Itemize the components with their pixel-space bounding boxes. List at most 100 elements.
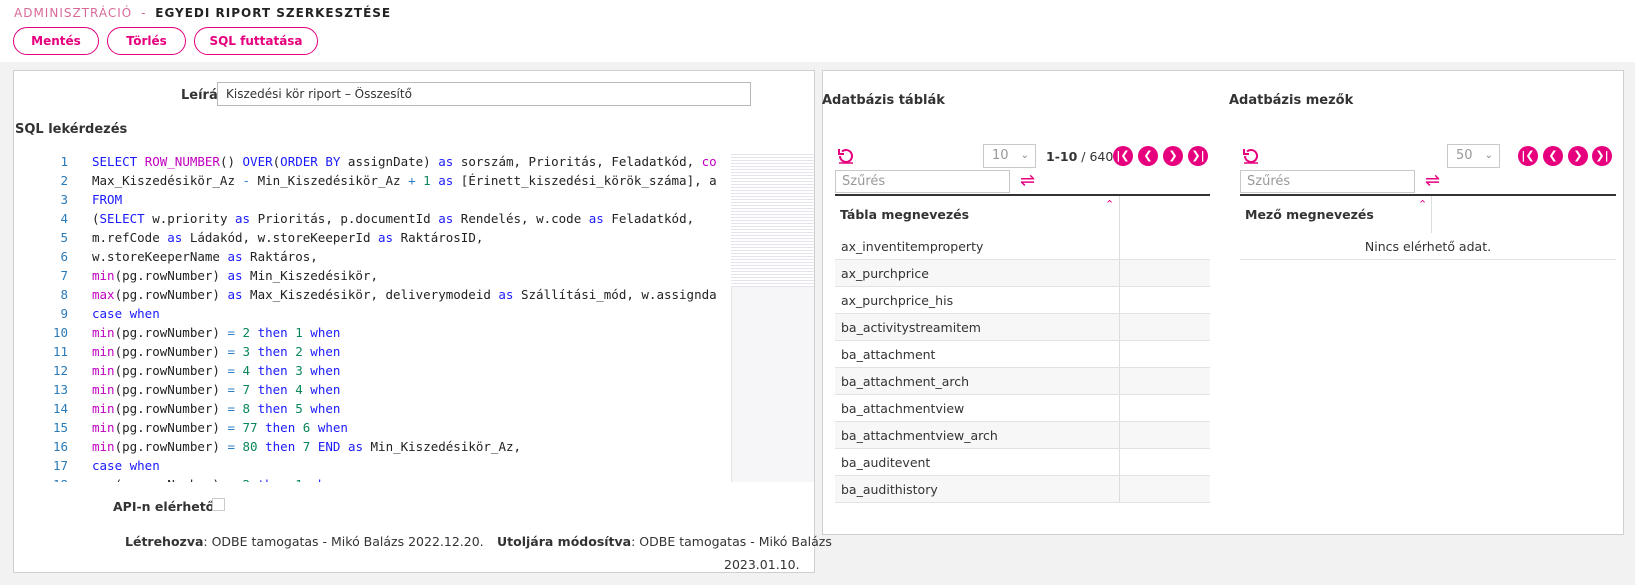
description-input[interactable] (217, 82, 751, 106)
tables-grid-header: Tábla megnevezés ⌃ (835, 194, 1210, 233)
tables-title: Adatbázis táblák (822, 93, 945, 108)
tables-total: / 640 (1081, 149, 1114, 164)
code-line: min(pg.rowNumber) = 80 then 7 END as Min… (92, 439, 522, 454)
last-page-icon[interactable]: ❯| (1188, 146, 1208, 166)
tables-column-label: Tábla megnevezés (840, 207, 970, 222)
sql-label: SQL lekérdezés (15, 122, 128, 137)
fields-refresh-icon[interactable] (1241, 146, 1263, 166)
modified-label: Utoljára módosítva (497, 534, 632, 549)
line-number: 14 (52, 401, 68, 416)
line-number: 16 (52, 439, 68, 454)
table-row[interactable]: ax_purchprice_his (835, 287, 1210, 314)
created-value: : ODBE tamogatas - Mikó Balázs 2022.12.2… (203, 534, 484, 549)
fields-next-page-icon[interactable]: ❯ (1568, 146, 1588, 166)
table-name-cell: ax_inventitemproperty (835, 233, 1120, 259)
table-name-cell: ba_attachment (835, 341, 1120, 367)
page-title: EGYEDI RIPORT SZERKESZTÉSE (155, 6, 392, 20)
line-number: 11 (52, 344, 68, 359)
code-line: min(pg.rowNumber) = 4 then 3 when (92, 363, 341, 378)
fields-column-label: Mező megnevezés (1245, 207, 1374, 222)
table-row[interactable]: ba_auditevent (835, 449, 1210, 476)
modified-info: Utoljára módosítva: ODBE tamogatas - Mik… (497, 534, 832, 549)
code-line: Max_Kiszedésikör_Az - Min_Kiszedésikör_A… (92, 173, 717, 188)
table-row[interactable]: ax_purchprice (835, 260, 1210, 287)
sort-ascending-icon[interactable]: ⌃ (1105, 198, 1114, 211)
code-line: (SELECT w.priority as Prioritás, p.docum… (92, 211, 695, 226)
code-line: case when (92, 458, 160, 473)
fields-title: Adatbázis mezők (1229, 93, 1354, 108)
fields-last-page-icon[interactable]: ❯| (1592, 146, 1612, 166)
line-number: 12 (52, 363, 68, 378)
delete-button[interactable]: Törlés (107, 27, 186, 55)
breadcrumb-section[interactable]: ADMINISZTRÁCIÓ (14, 6, 132, 20)
tables-page-size-value: 10 (992, 148, 1009, 163)
modified-date: 2023.01.10. (724, 557, 800, 572)
fields-prev-page-icon[interactable]: ❮ (1543, 146, 1563, 166)
code-line: max(pg.rowNumber) as Max_Kiszedésikör, d… (92, 287, 717, 302)
table-row[interactable]: ba_attachment_arch (835, 368, 1210, 395)
table-row[interactable]: ba_attachmentview (835, 395, 1210, 422)
tables-pager-info: 1-10 / 640 (1046, 149, 1113, 164)
table-name-cell: ax_purchprice_his (835, 287, 1120, 313)
fields-grid-header: Mező megnevezés ⌃ (1240, 194, 1616, 233)
code-line: min(pg.rowNumber) = 7 then 4 when (92, 382, 341, 397)
line-number: 18 (28, 475, 68, 482)
modified-value: : ODBE tamogatas - Mikó Balázs (631, 534, 832, 549)
table-name-cell: ba_attachmentview (835, 395, 1120, 421)
tables-page-size-select[interactable]: 10 ⌄ (983, 144, 1036, 168)
first-page-icon[interactable]: |❮ (1113, 146, 1133, 166)
fields-filter-input[interactable]: Szűrés (1240, 170, 1415, 193)
sort-ascending-icon[interactable]: ⌃ (1418, 198, 1427, 211)
prev-page-icon[interactable]: ❮ (1138, 146, 1158, 166)
fields-column-header[interactable]: Mező megnevezés (1240, 196, 1432, 233)
table-name-cell: ba_audithistory (835, 476, 1120, 502)
table-name-cell: ba_auditevent (835, 449, 1120, 475)
fields-page-size-select[interactable]: 50 ⌄ (1447, 144, 1500, 168)
tables-column-header[interactable]: Tábla megnevezés (835, 196, 1120, 233)
next-page-icon[interactable]: ❯ (1163, 146, 1183, 166)
table-row[interactable]: ba_attachmentview_arch (835, 422, 1210, 449)
line-number: 7 (60, 268, 68, 283)
line-number: 1 (60, 154, 68, 169)
line-number: 17 (52, 458, 68, 473)
swap-icon[interactable]: ⇌ (1020, 170, 1035, 192)
code-line: min(pg.rowNumber) = 77 then 6 when (92, 420, 348, 435)
code-line: SELECT ROW_NUMBER() OVER(ORDER BY assign… (92, 154, 717, 169)
api-available-label: API-n elérhető (113, 499, 215, 514)
table-row[interactable]: ba_audithistory (835, 476, 1210, 503)
tables-filter-input[interactable]: Szűrés (835, 170, 1010, 193)
code-line: max(pg.rowNumber) = 2 then 1 when (92, 475, 737, 482)
code-line: case when (92, 306, 160, 321)
report-editor-panel: Leírás SQL lekérdezés 1 2 3 4 5 6 7 8 9 … (13, 70, 815, 573)
line-number: 2 (60, 173, 68, 188)
top-bar: ADMINISZTRÁCIÓ - EGYEDI RIPORT SZERKESZT… (0, 0, 1635, 62)
table-row[interactable]: ba_activitystreamitem (835, 314, 1210, 341)
minimap[interactable] (731, 152, 814, 287)
table-row[interactable]: ax_inventitemproperty (835, 233, 1210, 260)
table-name-cell: ax_purchprice (835, 260, 1120, 286)
fields-page-size-value: 50 (1456, 148, 1473, 163)
table-row[interactable]: ba_attachment (835, 341, 1210, 368)
code-line: min(pg.rowNumber) = 2 then 1 when (92, 325, 341, 340)
fields-swap-icon[interactable]: ⇌ (1425, 170, 1440, 192)
save-button[interactable]: Mentés (13, 27, 99, 55)
code-line: FROM (92, 192, 123, 207)
sql-code[interactable]: SELECT ROW_NUMBER() OVER(ORDER BY assign… (92, 152, 737, 482)
line-number: 9 (60, 306, 68, 321)
line-number: 5 (60, 230, 68, 245)
api-available-checkbox[interactable] (212, 498, 225, 511)
breadcrumb: ADMINISZTRÁCIÓ - EGYEDI RIPORT SZERKESZT… (14, 6, 391, 20)
refresh-icon[interactable] (836, 146, 858, 166)
fields-first-page-icon[interactable]: |❮ (1518, 146, 1538, 166)
breadcrumb-separator: - (141, 6, 147, 20)
code-line: min(pg.rowNumber) = 8 then 5 when (92, 401, 341, 416)
sql-editor[interactable]: 1 2 3 4 5 6 7 8 9 10 11 12 13 14 15 16 1… (28, 152, 814, 482)
created-label: Létrehozva (125, 534, 204, 549)
code-line: w.storeKeeperName as Raktáros, (92, 249, 318, 264)
code-line: m.refCode as Ládakód, w.storeKeeperId as… (92, 230, 484, 245)
tables-range: 1-10 (1046, 149, 1078, 164)
chevron-down-icon: ⌄ (1020, 150, 1029, 161)
created-info: Létrehozva: ODBE tamogatas - Mikó Balázs… (125, 534, 484, 549)
line-number: 3 (60, 192, 68, 207)
run-sql-button[interactable]: SQL futtatása (194, 27, 318, 55)
